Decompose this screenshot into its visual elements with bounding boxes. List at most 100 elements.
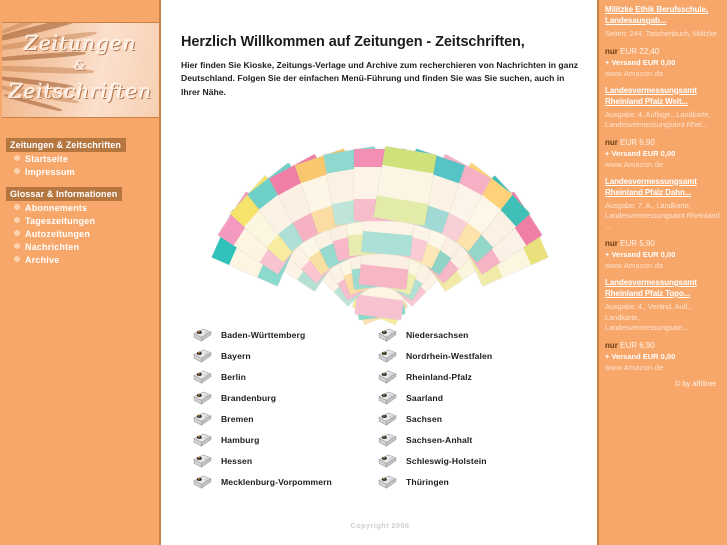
ad-item: Militzke Ethik Berufsschule, Landesausga…: [605, 4, 722, 79]
state-link[interactable]: Niedersachsen: [406, 330, 468, 340]
newspaper-icon: [193, 328, 212, 343]
state-link[interactable]: Saarland: [406, 393, 443, 403]
bullet-icon: [14, 217, 20, 223]
state-link[interactable]: Schleswig-Holstein: [406, 456, 487, 466]
newspaper-icon: [193, 349, 212, 364]
newspaper-icon: [378, 370, 397, 385]
sidebar-item-label: Archive: [25, 255, 60, 265]
newspaper-icon: [193, 433, 212, 448]
ad-description: Ausgabe: 7. A., Landkarte, Landesvermess…: [605, 200, 720, 231]
ad-price-value: EUR 6,90: [620, 137, 655, 147]
bullet-icon: [14, 243, 20, 249]
main-content: Herzlich Willkommen auf Zeitungen - Zeit…: [163, 0, 597, 545]
logo-line-2: &: [74, 59, 87, 74]
ad-title-link[interactable]: Militzke Ethik Berufsschule, Landesausga…: [605, 4, 722, 26]
magazine-collage-image: [185, 88, 575, 326]
bullet-icon: [14, 155, 20, 161]
newspaper-icon: [378, 475, 397, 490]
bullet-icon: [14, 230, 20, 236]
state-link[interactable]: Berlin: [221, 372, 246, 382]
newspaper-icon: [193, 412, 212, 427]
newspaper-icon: [378, 454, 397, 469]
ad-price: nur EUR 5,90: [605, 238, 722, 249]
newspaper-icon: [193, 391, 212, 406]
newspaper-icon: [378, 328, 397, 343]
site-logo-text: Zeitungen & Zeitschriften: [2, 23, 159, 117]
ad-description: Ausgabe: 4. Auflage., Landkarte, Landesv…: [605, 109, 711, 130]
page-root: Zeitungen & Zeitschriften Zeitungen & Ze…: [0, 0, 727, 545]
ad-item: Landesvermessungsamt Rheinland Pfalz Top…: [605, 277, 722, 373]
state-link[interactable]: Hessen: [221, 456, 252, 466]
bullet-icon: [14, 168, 20, 174]
ad-shipping: + Versand EUR 0,00: [605, 351, 676, 361]
state-link[interactable]: Bayern: [221, 351, 251, 361]
ad-price: nur EUR 6,90: [605, 137, 722, 148]
nav-section-heading-zeitungen: Zeitungen & Zeitschriften: [6, 138, 127, 152]
ad-price-value: EUR 22,40: [620, 46, 660, 56]
state-link[interactable]: Nordrhein-Westfalen: [406, 351, 492, 361]
nav-section-heading-glossar: Glossar & Informationen: [6, 187, 123, 201]
ad-description: Ausgabe: 4., Veränd. Aufl., Landkarte, L…: [605, 302, 692, 332]
sidebar-item-autozeitungen[interactable]: Autozeitungen: [14, 229, 90, 239]
newspaper-icon: [193, 475, 212, 490]
state-link[interactable]: Rheinland-Pfalz: [406, 372, 472, 382]
right-sidebar-ads: Militzke Ethik Berufsschule, Landesausga…: [597, 0, 727, 545]
ad-item: Landesvermessungsamt Rheinland Pfalz Dah…: [605, 176, 722, 272]
newspaper-icon: [378, 391, 397, 406]
sidebar-item-label: Nachrichten: [25, 242, 80, 252]
left-sidebar: Zeitungen & Zeitschriften Zeitungen & Ze…: [0, 0, 161, 545]
ad-shipping: + Versand EUR 0,00: [605, 148, 676, 158]
ad-price: nur EUR 6,90: [605, 340, 722, 351]
affiliate-credit: © by affilinet: [674, 378, 716, 388]
ad-price: nur EUR 22,40: [605, 46, 722, 57]
ad-item: Landesvermessungsamt Rheinland Pfalz Wel…: [605, 85, 722, 170]
ad-title-link[interactable]: Landesvermessungsamt Rheinland Pfalz Dah…: [605, 176, 722, 198]
ad-title-link[interactable]: Landesvermessungsamt Rheinland Pfalz Wel…: [605, 85, 722, 107]
ad-shipping: + Versand EUR 0,00: [605, 57, 676, 67]
sidebar-item-tageszeitungen[interactable]: Tageszeitungen: [14, 216, 95, 226]
logo-line-3: Zeitschriften: [8, 79, 153, 103]
sidebar-item-nachrichten[interactable]: Nachrichten: [14, 242, 79, 252]
bullet-icon: [14, 256, 20, 262]
state-link[interactable]: Hamburg: [221, 435, 259, 445]
ad-price-prefix: nur: [605, 46, 618, 56]
sidebar-item-label: Tageszeitungen: [25, 216, 96, 226]
ad-price-prefix: nur: [605, 239, 618, 248]
state-link[interactable]: Mecklenburg-Vorpommern: [221, 477, 332, 487]
sidebar-item-startseite[interactable]: Startseite: [14, 154, 68, 164]
state-link[interactable]: Brandenburg: [221, 393, 276, 403]
ad-title-link[interactable]: Landesvermessungsamt Rheinland Pfalz Top…: [605, 277, 722, 299]
ad-shipping: + Versand EUR 0,00: [605, 250, 676, 259]
state-link[interactable]: Sachsen-Anhalt: [406, 435, 472, 445]
logo-line-1: Zeitungen: [24, 31, 137, 55]
ad-source: www.Amazon.de: [605, 261, 664, 270]
newspaper-icon: [193, 454, 212, 469]
sidebar-item-abonnements[interactable]: Abonnements: [14, 203, 87, 213]
sidebar-item-impressum[interactable]: Impressum: [14, 167, 75, 177]
copyright-notice: Copyright 2006: [350, 521, 410, 530]
ad-source: www.Amazon.de: [605, 68, 664, 78]
state-link[interactable]: Sachsen: [406, 414, 442, 424]
sidebar-item-label: Impressum: [25, 167, 75, 177]
ad-price-value: EUR 5,90: [620, 239, 655, 248]
ad-price-prefix: nur: [605, 137, 618, 147]
sidebar-item-label: Abonnements: [25, 203, 88, 213]
ad-source: www.Amazon.de: [605, 159, 664, 169]
state-link[interactable]: Thüringen: [406, 477, 449, 487]
page-title: Herzlich Willkommen auf Zeitungen - Zeit…: [181, 33, 525, 50]
state-link[interactable]: Baden-Württemberg: [221, 330, 305, 340]
site-logo[interactable]: Zeitungen & Zeitschriften: [2, 22, 159, 118]
ad-source: www.Amazon.de: [605, 362, 664, 372]
newspaper-icon: [378, 349, 397, 364]
sidebar-item-label: Startseite: [25, 154, 69, 164]
newspaper-icon: [193, 370, 212, 385]
ad-price-value: EUR 6,90: [620, 340, 655, 350]
sidebar-item-archive[interactable]: Archive: [14, 255, 59, 265]
bullet-icon: [14, 204, 20, 210]
sidebar-item-label: Autozeitungen: [25, 229, 91, 239]
newspaper-icon: [378, 412, 397, 427]
ad-price-prefix: nur: [605, 340, 618, 350]
state-link[interactable]: Bremen: [221, 414, 254, 424]
ad-description: Seiten: 244, Taschenbuch, Militzke: [605, 29, 717, 38]
newspaper-icon: [378, 433, 397, 448]
